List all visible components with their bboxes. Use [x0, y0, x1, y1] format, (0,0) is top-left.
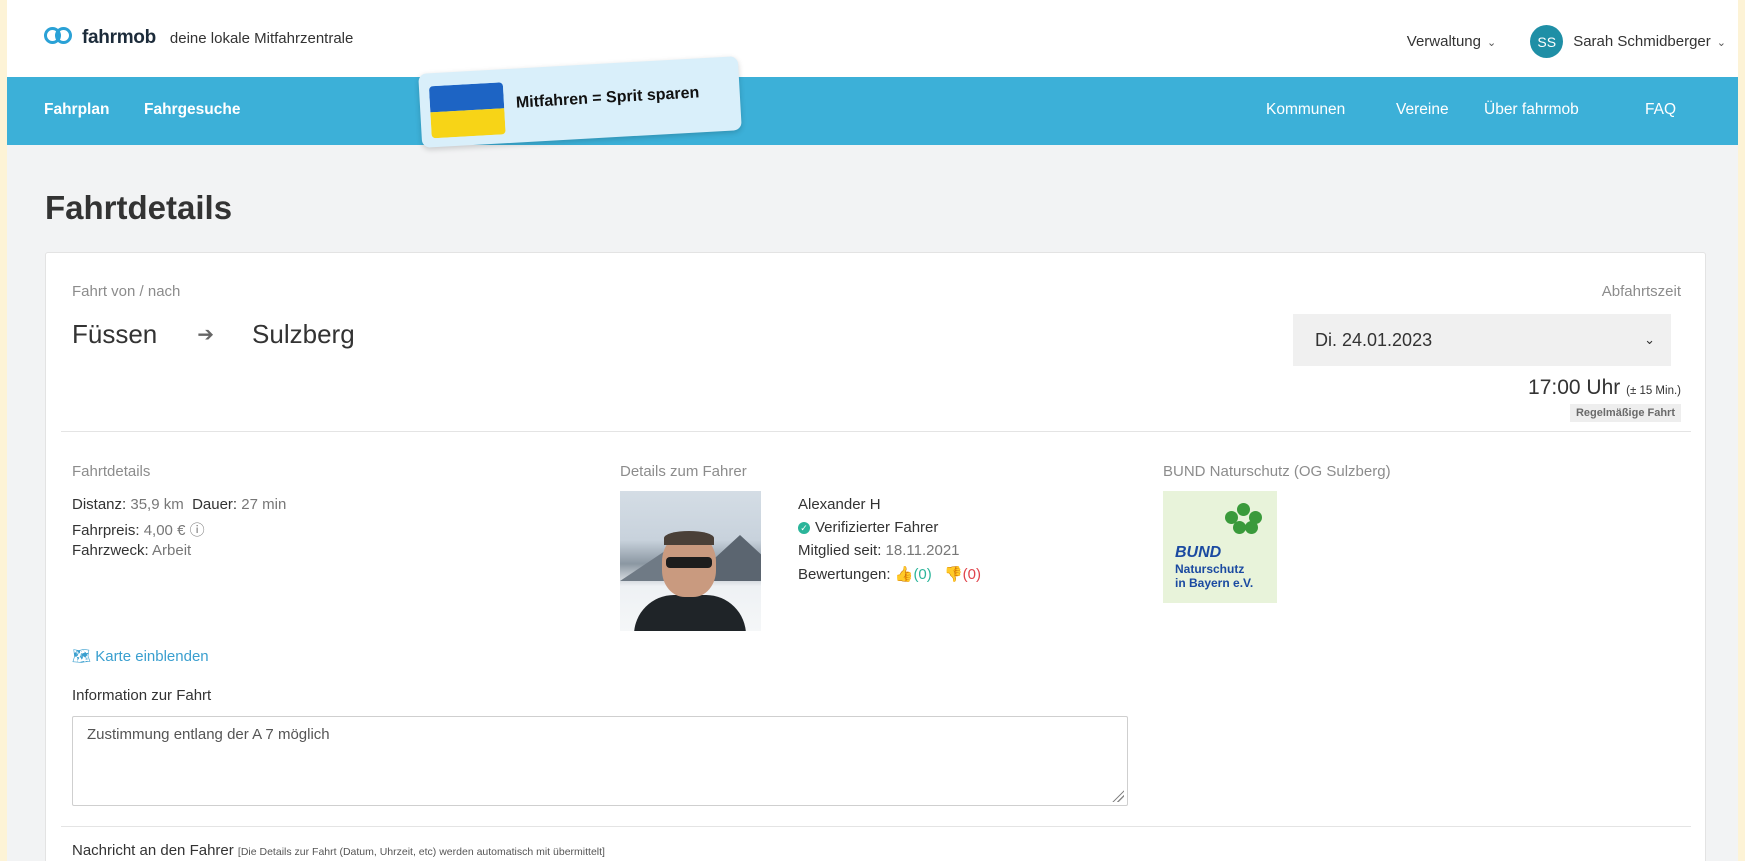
driver-name: Alexander H	[798, 496, 881, 513]
price-label: Fahrpreis:	[72, 522, 140, 539]
route: Füssen ➔ Sulzberg	[72, 319, 355, 350]
route-from: Füssen	[72, 319, 158, 349]
resize-handle-icon[interactable]	[1112, 790, 1124, 802]
ratings-down-count: (0)	[962, 566, 981, 583]
date-select[interactable]: Di. 24.01.2023 ⌄	[1293, 314, 1671, 366]
fahrmob-logo-icon	[44, 27, 74, 49]
bund-logo-word: BUND	[1175, 544, 1222, 561]
top-bar: fahrmob deine lokale Mitfahrzentrale Ver…	[7, 0, 1738, 77]
ratings-label: Bewertungen:	[798, 566, 891, 583]
nav-fahrgesuche[interactable]: Fahrgesuche	[144, 101, 240, 119]
purpose-label: Fahrzweck:	[72, 542, 149, 559]
nav-vereine[interactable]: Vereine	[1396, 101, 1449, 119]
club-heading: BUND Naturschutz (OG Sulzberg)	[1163, 463, 1391, 480]
verified-line: ✓ Verifizierter Fahrer	[798, 519, 938, 536]
distance-label: Distanz:	[72, 496, 127, 513]
departure-label: Abfahrtszeit	[1601, 283, 1681, 300]
purpose-line: Fahrzweck: Arbeit	[72, 542, 191, 559]
price-value: 4,00 €	[143, 522, 186, 539]
ratings-up-count: (0)	[913, 566, 932, 583]
divider	[61, 431, 1691, 432]
show-map-link[interactable]: 🗺 Karte einblenden	[72, 647, 209, 665]
bund-logo[interactable]: BUND Naturschutz in Bayern e.V.	[1163, 491, 1277, 603]
message-heading: Nachricht an den Fahrer [Die Details zur…	[72, 842, 605, 859]
tagline: deine lokale Mitfahrzentrale	[169, 29, 354, 47]
driver-heading: Details zum Fahrer	[620, 463, 747, 480]
user-menu[interactable]: Sarah Schmidberger ⌄	[1573, 33, 1726, 50]
duration-label: Dauer:	[192, 496, 238, 513]
arrow-right-icon: ➔	[197, 324, 215, 346]
nav-faq[interactable]: FAQ	[1645, 101, 1676, 119]
tree-icon	[1225, 503, 1263, 537]
recurring-badge: Regelmäßige Fahrt	[1569, 404, 1681, 422]
departure-time: 17:00 Uhr (± 15 Min.)	[1528, 376, 1681, 400]
verified-check-icon: ✓	[798, 522, 810, 535]
help-circle-icon[interactable]: ⓘ	[190, 522, 205, 539]
member-since-line: Mitglied seit: 18.11.2021	[798, 542, 960, 559]
member-since-value: 18.11.2021	[885, 542, 960, 559]
chevron-down-icon: ⌄	[1486, 37, 1497, 49]
brand-name: fahrmob	[82, 27, 156, 48]
nav-kommunen[interactable]: Kommunen	[1266, 101, 1345, 119]
bund-logo-line2: in Bayern e.V.	[1175, 576, 1254, 590]
logo[interactable]: fahrmob deine lokale Mitfahrzentrale	[44, 27, 353, 49]
user-name: Sarah Schmidberger	[1573, 33, 1711, 50]
time-value: 17:00 Uhr	[1528, 376, 1621, 399]
time-tolerance: (± 15 Min.)	[1626, 385, 1681, 397]
route-label: Fahrt von / nach	[72, 283, 181, 300]
verified-label: Verifizierter Fahrer	[815, 519, 939, 536]
divider	[61, 826, 1691, 827]
route-to: Sulzberg	[252, 319, 355, 349]
show-map-label: Karte einblenden	[95, 648, 209, 665]
nav-ueber-fahrmob[interactable]: Über fahrmob	[1484, 101, 1579, 119]
ride-info-textarea[interactable]: Zustimmung entlang der A 7 möglich	[72, 716, 1128, 806]
chevron-down-icon: ⌄	[1716, 37, 1726, 49]
thumbs-up-icon: 👍	[894, 566, 914, 583]
bund-logo-sub: Naturschutz in Bayern e.V.	[1175, 562, 1253, 590]
user-area: Verwaltung ⌄ SS Sarah Schmidberger ⌄	[1407, 25, 1726, 58]
map-icon: 🗺	[72, 648, 92, 665]
page-title: Fahrtdetails	[45, 189, 233, 226]
app-frame: fahrmob deine lokale Mitfahrzentrale Ver…	[7, 0, 1738, 861]
details-heading: Fahrtdetails	[72, 463, 151, 480]
ride-details-card: Fahrt von / nach Füssen ➔ Sulzberg Abfah…	[45, 252, 1706, 861]
member-since-label: Mitglied seit:	[798, 542, 882, 559]
distance-value: 35,9 km	[130, 496, 184, 513]
message-heading-label: Nachricht an den Fahrer	[72, 842, 234, 859]
bund-logo-line1: Naturschutz	[1175, 562, 1245, 576]
purpose-value: Arbeit	[152, 542, 192, 559]
banner-text: Mitfahren = Sprit sparen	[515, 84, 700, 112]
thumbs-down-icon: 👎	[943, 566, 963, 583]
duration-value: 27 min	[241, 496, 287, 513]
date-select-value: Di. 24.01.2023	[1315, 329, 1433, 350]
price-line: Fahrpreis: 4,00 € ⓘ	[72, 519, 205, 540]
nav-fahrplan[interactable]: Fahrplan	[44, 101, 109, 119]
ratings-line: Bewertungen: 👍(0) 👎(0)	[798, 565, 981, 583]
ukraine-flag-icon	[428, 82, 506, 139]
admin-menu-label: Verwaltung	[1406, 33, 1481, 50]
chevron-down-icon: ⌄	[1644, 332, 1655, 347]
ride-info-text: Zustimmung entlang der A 7 möglich	[87, 726, 330, 743]
avatar[interactable]: SS	[1530, 25, 1564, 58]
info-heading: Information zur Fahrt	[72, 687, 212, 704]
admin-menu[interactable]: Verwaltung ⌄	[1407, 33, 1496, 50]
main-nav: Fahrplan Fahrgesuche Kommunen Vereine Üb…	[7, 77, 1738, 145]
driver-photo[interactable]	[620, 491, 761, 631]
message-note: [Die Details zur Fahrt (Datum, Uhrzeit, …	[237, 846, 605, 858]
distance-line: Distanz: 35,9 km Dauer: 27 min	[72, 496, 286, 513]
